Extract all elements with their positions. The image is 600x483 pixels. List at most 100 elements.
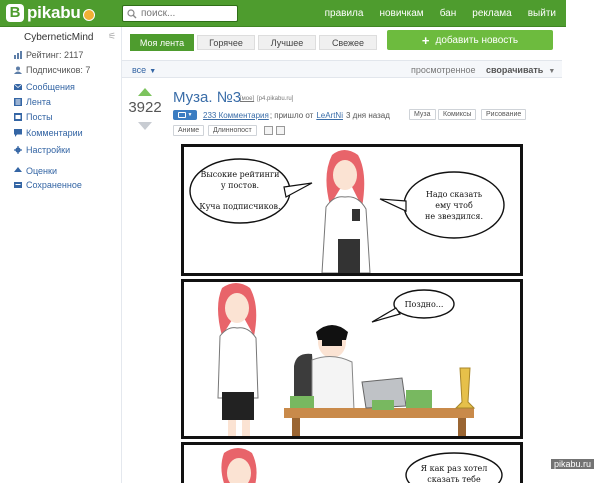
sidebar-item-saved-label: Сохраненное <box>26 180 82 190</box>
nav-ads-link[interactable]: реклама <box>472 8 511 19</box>
post-title[interactable]: Муза. №3 <box>173 89 241 106</box>
bubble-right-line-3: не звездился. <box>425 212 483 221</box>
comic-panel-3: Я как раз хотел сказать тебе <box>181 442 523 483</box>
add-news-button[interactable]: + добавить новость <box>387 30 553 50</box>
bubble-panel-3-line-2: сказать тебе <box>427 475 481 483</box>
tag-comics[interactable]: Комиксы <box>438 109 477 120</box>
tab-best[interactable]: Лучшее <box>258 35 316 50</box>
man-at-desk <box>284 325 476 436</box>
filter-all-dropdown[interactable]: все ▼ <box>132 65 156 75</box>
envelope-icon <box>14 83 22 90</box>
logo-text: pikabu <box>27 3 81 22</box>
sidebar-item-posts-label: Посты <box>26 112 53 122</box>
search-input[interactable] <box>141 8 231 19</box>
tag-longpost[interactable]: Длиннопост <box>208 125 257 136</box>
sidebar-item-votes-label: Оценки <box>26 166 57 176</box>
sidebar-item-settings[interactable]: Настройки <box>14 145 71 155</box>
add-news-label: добавить новость <box>435 34 519 46</box>
logo-dot-icon <box>82 9 95 21</box>
comment-icon <box>14 129 22 137</box>
filter-collapse-label: сворачивать <box>486 65 544 75</box>
gear-icon <box>14 146 22 154</box>
expand-post-icon[interactable] <box>276 126 285 135</box>
image-badge[interactable]: ▼ <box>173 110 197 120</box>
filter-seen-toggle[interactable]: просмотренное <box>411 65 475 75</box>
bubble-right-line-2: ему чтоб <box>435 201 473 210</box>
search-icon <box>127 8 137 18</box>
muse-character-panel-3 <box>221 448 257 483</box>
bubble-right-line-1: Надо сказать <box>426 190 483 199</box>
sidebar-item-settings-label: Настройки <box>26 145 71 155</box>
left-sidebar: CyberneticMind ⚟ Рейтинг: 2117 Подписчик… <box>0 27 122 483</box>
sidebar-item-posts[interactable]: Посты <box>14 112 53 122</box>
vote-count: 3922 <box>128 99 162 116</box>
bubble-late-text: Поздно... <box>405 300 444 309</box>
panel-3-art: Я как раз хотел сказать тебе <box>221 448 503 483</box>
sidebar-item-feed-label: Лента <box>26 97 51 107</box>
sidebar-item-messages[interactable]: Сообщения <box>14 82 75 92</box>
nav-logout-link[interactable]: выйти <box>528 8 556 19</box>
watermark-label: pikabu.ru <box>550 459 594 469</box>
search-box[interactable] <box>122 5 238 22</box>
tag-drawing[interactable]: Рисование <box>481 109 527 120</box>
upvote-button[interactable] <box>138 88 152 96</box>
filter-all-label: все <box>132 65 147 75</box>
post-time: 3 дня назад <box>346 110 390 120</box>
top-header: B pikabu правила новичкам бан реклама вы… <box>0 0 566 27</box>
tag-muza[interactable]: Муза <box>409 109 436 120</box>
nav-rules-link[interactable]: правила <box>325 8 364 19</box>
sidebar-item-votes[interactable]: Оценки <box>14 166 57 176</box>
chevron-down-icon: ▼ <box>187 112 193 118</box>
bubble-left-line-2: у постов. <box>221 181 259 190</box>
muse-character <box>321 150 371 273</box>
chevron-down-icon: ▼ <box>149 68 157 75</box>
camera-icon <box>177 112 186 118</box>
page: B pikabu правила новичкам бан реклама вы… <box>0 0 600 483</box>
speech-bubble-left <box>189 158 291 224</box>
vote-arrow-icon <box>14 167 22 172</box>
comic-panel-1: Высокие рейтинги у постов. Куча подписчи… <box>181 144 523 276</box>
tab-my-feed[interactable]: Моя лента <box>130 34 194 51</box>
chevron-down-icon: ▼ <box>548 68 556 75</box>
panel-1-art: Высокие рейтинги у постов. Куча подписчи… <box>189 150 505 273</box>
my-content-tag[interactable]: [мое] <box>240 96 254 102</box>
author-link[interactable]: LeArtNi <box>316 111 343 120</box>
filter-bar: все ▼ просмотренное сворачивать ▼ <box>122 60 562 78</box>
post-domain: [p4.pikabu.ru] <box>257 96 294 102</box>
save-post-icon[interactable] <box>264 126 273 135</box>
nav-ban-link[interactable]: бан <box>440 8 457 19</box>
bubble-panel-3-line-1: Я как раз хотел <box>421 464 488 473</box>
pikabu-logo[interactable]: B pikabu <box>6 3 95 23</box>
comments-link[interactable]: 233 Комментария <box>203 111 269 120</box>
nav-newbies-link[interactable]: новичкам <box>379 8 423 19</box>
tab-hot[interactable]: Горячее <box>197 35 255 50</box>
muse-character-standing <box>217 283 259 436</box>
tag-anime[interactable]: Аниме <box>173 125 205 136</box>
filter-collapse-dropdown[interactable]: сворачивать ▼ <box>486 65 555 75</box>
saved-icon <box>14 182 22 188</box>
bubble-left-line-3: Куча подписчиков. <box>199 202 280 211</box>
logo-badge-icon: B <box>6 4 24 22</box>
posts-icon <box>14 113 22 121</box>
top-nav: правила новичкам бан реклама выйти <box>309 8 556 19</box>
sidebar-item-comments[interactable]: Комментарии <box>14 128 83 138</box>
rating-text: Рейтинг: 2117 <box>26 50 84 60</box>
user-menu-icon[interactable]: ⚟ <box>108 31 116 41</box>
tab-fresh[interactable]: Свежее <box>319 35 377 50</box>
subscribers-row: Подписчиков: 7 <box>14 65 91 75</box>
post-meta: ▼ 233 Комментария ; пришло от LeArtNi 3 … <box>173 109 390 121</box>
feed-icon <box>14 98 22 106</box>
user-icon <box>14 66 22 74</box>
panel-2-art: Поздно... <box>217 283 476 436</box>
downvote-button[interactable] <box>138 122 152 130</box>
sidebar-item-feed[interactable]: Лента <box>14 97 51 107</box>
rating-bars-icon <box>14 51 22 59</box>
rating-row: Рейтинг: 2117 <box>14 50 84 60</box>
bubble-left-line-1: Высокие рейтинги <box>201 170 280 179</box>
posted-by-prefix: ; пришло от <box>269 110 314 120</box>
comic-image: Высокие рейтинги у постов. Куча подписчи… <box>181 144 523 483</box>
subscribers-text: Подписчиков: 7 <box>26 65 91 75</box>
sidebar-item-saved[interactable]: Сохраненное <box>14 180 82 190</box>
plus-icon: + <box>421 32 430 48</box>
username-link[interactable]: CyberneticMind <box>24 32 93 43</box>
